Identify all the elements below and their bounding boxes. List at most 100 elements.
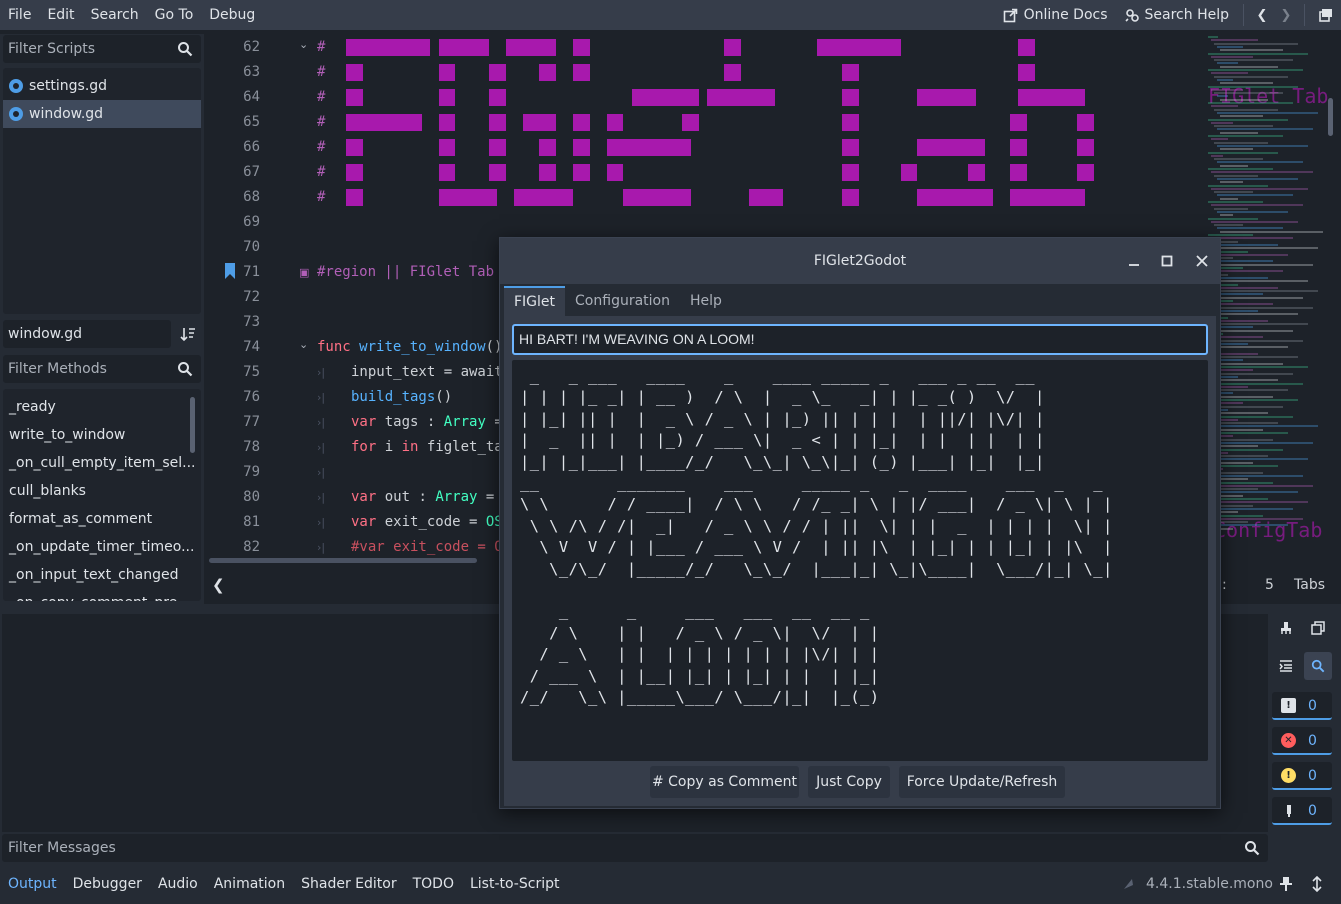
line-number-row[interactable]: 69 xyxy=(206,210,306,235)
menu-edit[interactable]: Edit xyxy=(39,0,82,30)
window-tabs: FIGlet Configuration Help xyxy=(504,286,732,316)
tab-todo[interactable]: TODO xyxy=(405,868,462,900)
bookmark-icon[interactable] xyxy=(224,262,236,280)
minimap-line xyxy=(1208,52,1308,55)
method-item[interactable]: cull_blanks xyxy=(3,477,201,505)
fold-arrow-icon[interactable]: ⌄ xyxy=(299,34,311,57)
just-copy-button[interactable]: Just Copy xyxy=(808,766,890,798)
figlet-ascii-output[interactable]: _ _ ___ ____ _ ____ _____ _ ___ _ __ __ … xyxy=(512,360,1208,761)
line-number-row[interactable]: 79 xyxy=(206,460,306,485)
method-item[interactable]: write_to_window xyxy=(3,421,201,449)
line-number-row[interactable]: 68 xyxy=(206,185,306,210)
line-number: 64 xyxy=(243,89,260,105)
line-number-row[interactable]: 74 xyxy=(206,335,306,360)
figlet-art-block xyxy=(438,64,456,81)
filter-errors-toggle[interactable]: ✕ 0 xyxy=(1272,727,1332,755)
line-number-row[interactable]: 64 xyxy=(206,85,306,110)
filter-scripts-input[interactable]: Filter Scripts xyxy=(3,35,201,63)
minimize-icon[interactable] xyxy=(1123,250,1145,272)
distraction-free-icon[interactable] xyxy=(1311,7,1341,23)
editor-horizontal-scrollbar[interactable] xyxy=(209,558,477,563)
force-update-button[interactable]: Force Update/Refresh xyxy=(899,766,1065,798)
help-search-icon xyxy=(1124,7,1140,23)
menu-file[interactable]: File xyxy=(0,0,39,30)
history-back-icon[interactable]: ❮ xyxy=(1250,7,1274,23)
line-number-row[interactable]: 70 xyxy=(206,235,306,260)
copy-output-icon[interactable] xyxy=(1304,614,1332,642)
method-item[interactable]: _on_update_timer_timeo... xyxy=(3,533,201,561)
line-number-row[interactable]: 73 xyxy=(206,310,306,335)
collapse-duplicates-icon[interactable] xyxy=(1272,652,1300,680)
figlet-text-input[interactable]: HI BART! I'M WEAVING ON A LOOM! xyxy=(512,324,1208,355)
minimap[interactable]: FIGlet Tab ConfigTab xyxy=(1206,34,1328,568)
line-number-row[interactable]: 63 xyxy=(206,60,306,85)
filter-editor-toggle[interactable]: 0 xyxy=(1272,797,1332,825)
filter-methods-input[interactable]: Filter Methods xyxy=(3,355,201,383)
tab-output[interactable]: Output xyxy=(0,868,65,900)
line-number-row[interactable]: 75 xyxy=(206,360,306,385)
line-number-row[interactable]: 71 xyxy=(206,260,306,285)
tab-help[interactable]: Help xyxy=(680,286,732,316)
figlet-tab-content: HI BART! I'M WEAVING ON A LOOM! _ _ ___ … xyxy=(504,316,1216,806)
filter-warnings-toggle[interactable]: ! 0 xyxy=(1272,762,1332,790)
tab-figlet[interactable]: FIGlet xyxy=(504,286,566,316)
line-number-row[interactable]: 78 xyxy=(206,435,306,460)
filter-messages-toggle[interactable]: ! 0 xyxy=(1272,692,1332,720)
line-number-row[interactable]: 77 xyxy=(206,410,306,435)
sort-icon[interactable] xyxy=(176,322,200,346)
method-item[interactable]: format_as_comment xyxy=(3,505,201,533)
filter-messages-input[interactable]: Filter Messages xyxy=(2,834,1268,862)
method-item[interactable]: _ready xyxy=(3,393,201,421)
tab-list-to-script[interactable]: List-to-Script xyxy=(462,868,568,900)
tab-animation[interactable]: Animation xyxy=(206,868,293,900)
method-item[interactable]: _on_input_text_changed xyxy=(3,561,201,589)
method-list-scrollbar[interactable] xyxy=(190,397,195,453)
keyword: var xyxy=(351,514,377,530)
figlet-art-block xyxy=(841,189,859,206)
code-text: figlet_ta xyxy=(418,439,503,455)
history-forward-icon[interactable]: ❯ xyxy=(1274,7,1298,23)
search-help-button[interactable]: Search Help xyxy=(1116,0,1237,30)
menu-goto[interactable]: Go To xyxy=(147,0,202,30)
window-titlebar[interactable]: FIGlet2Godot xyxy=(500,238,1220,284)
figlet-art-block xyxy=(346,39,431,56)
maximize-icon[interactable] xyxy=(1156,250,1178,272)
script-item-settings[interactable]: settings.gd xyxy=(3,72,201,100)
clear-output-icon[interactable] xyxy=(1272,614,1300,642)
line-number-row[interactable]: 81 xyxy=(206,510,306,535)
minimap-line xyxy=(1217,474,1303,477)
editor-vertical-scrollbar[interactable] xyxy=(1327,34,1335,568)
scroll-thumb[interactable] xyxy=(1328,98,1333,136)
tab-audio[interactable]: Audio xyxy=(150,868,206,900)
line-number-row[interactable]: 80 xyxy=(206,485,306,510)
line-number-row[interactable]: 62 xyxy=(206,35,306,60)
minimap-line xyxy=(1217,309,1258,312)
region-fold-icon[interactable]: ▣ xyxy=(299,260,311,285)
pin-panel-icon[interactable] xyxy=(1279,876,1293,896)
line-number-row[interactable]: 72 xyxy=(206,285,306,310)
method-item[interactable]: _on_cull_empty_item_sel... xyxy=(3,449,201,477)
minimap-line xyxy=(1214,422,1278,425)
line-number-row[interactable]: 65 xyxy=(206,110,306,135)
menu-search[interactable]: Search xyxy=(83,0,147,30)
online-docs-button[interactable]: Online Docs xyxy=(995,0,1116,30)
tab-shader-editor[interactable]: Shader Editor xyxy=(293,868,404,900)
copy-as-comment-button[interactable]: # Copy as Comment xyxy=(650,766,799,798)
close-icon[interactable] xyxy=(1191,250,1213,272)
line-number-row[interactable]: 66 xyxy=(206,135,306,160)
toggle-scripts-panel-icon[interactable]: ❮ xyxy=(212,576,225,594)
toggle-search-icon[interactable] xyxy=(1304,652,1332,680)
method-item[interactable]: _on_copy_comment_pre... xyxy=(3,589,201,601)
line-number-row[interactable]: 67 xyxy=(206,160,306,185)
expand-panel-icon[interactable] xyxy=(1310,875,1324,896)
indent-mode-button[interactable]: Tabs xyxy=(1294,568,1325,602)
line-number-row[interactable]: 82 xyxy=(206,535,306,560)
fold-arrow-icon[interactable]: ⌄ xyxy=(299,332,311,357)
tab-debugger[interactable]: Debugger xyxy=(65,868,150,900)
tab-configuration[interactable]: Configuration xyxy=(565,286,680,316)
menu-debug[interactable]: Debug xyxy=(201,0,263,30)
script-item-window[interactable]: window.gd xyxy=(3,100,201,128)
comment-hash: # xyxy=(317,114,326,130)
line-number-row[interactable]: 76 xyxy=(206,385,306,410)
editor-count: 0 xyxy=(1308,803,1317,819)
